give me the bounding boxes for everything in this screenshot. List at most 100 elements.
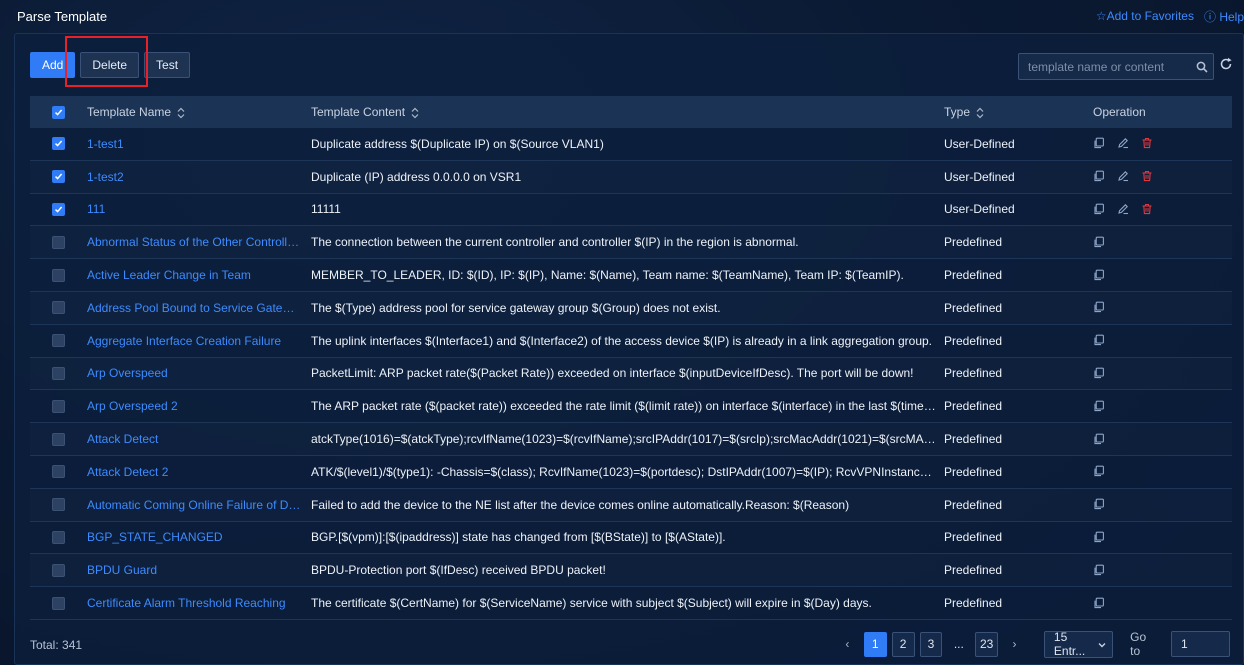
template-name-link[interactable]: BPDU Guard (87, 563, 311, 577)
copy-icon[interactable] (1093, 236, 1106, 249)
goto-page-input[interactable] (1171, 631, 1230, 657)
template-content: The certificate $(CertName) for $(Servic… (311, 596, 872, 611)
copy-icon[interactable] (1093, 465, 1106, 478)
copy-icon[interactable] (1093, 564, 1106, 577)
template-name-link[interactable]: Attack Detect 2 (87, 465, 311, 479)
goto-label: Go to (1130, 630, 1147, 658)
table-row: Abnormal Status of the Other Controller.… (30, 226, 1232, 260)
template-name-link[interactable]: 1-test1 (87, 137, 311, 151)
table-row: Address Pool Bound to Service Gateway ..… (30, 292, 1232, 325)
search-input[interactable] (1019, 54, 1191, 79)
row-select-cell (30, 498, 87, 512)
row-checkbox[interactable] (52, 202, 65, 216)
row-operations (1093, 334, 1232, 347)
select-all-checkbox[interactable] (52, 105, 65, 119)
row-checkbox[interactable] (52, 563, 65, 577)
row-select-cell (30, 366, 87, 380)
row-operations (1093, 597, 1232, 610)
sort-icon (411, 107, 419, 119)
copy-icon[interactable] (1093, 367, 1106, 380)
template-name-link[interactable]: Automatic Coming Online Failure of Dev..… (87, 498, 311, 512)
page-button[interactable]: 1 (863, 631, 887, 657)
template-type: Predefined (944, 333, 1003, 348)
template-content: Duplicate address $(Duplicate IP) on $(S… (311, 136, 604, 151)
help-label: Help (1219, 9, 1244, 24)
row-operations (1093, 301, 1232, 314)
row-checkbox[interactable] (52, 399, 65, 413)
template-name-link[interactable]: Address Pool Bound to Service Gateway ..… (87, 301, 311, 315)
template-content: The uplink interfaces $(Interface1) and … (311, 333, 933, 348)
template-type: Predefined (944, 399, 1003, 414)
column-header-content[interactable]: Template Content (311, 105, 944, 119)
copy-icon[interactable] (1093, 170, 1106, 183)
template-name-link[interactable]: Certificate Alarm Threshold Reaching (87, 596, 311, 610)
copy-icon[interactable] (1093, 498, 1106, 511)
template-name-link[interactable]: BGP_STATE_CHANGED (87, 530, 311, 544)
table-row: Arp Overspeed PacketLimit: ARP packet rat… (30, 358, 1232, 391)
prev-page-button[interactable]: ‹ (836, 632, 859, 657)
delete-icon[interactable] (1141, 137, 1154, 150)
copy-icon[interactable] (1093, 301, 1106, 314)
row-checkbox[interactable] (52, 432, 65, 446)
copy-icon[interactable] (1093, 433, 1106, 446)
add-to-favorites-link[interactable]: ☆Add to Favorites (1096, 9, 1194, 23)
row-select-cell (30, 432, 87, 446)
row-operations (1093, 433, 1232, 446)
template-type: Predefined (944, 366, 1003, 381)
main-panel: Add Delete Test Template Name Template C… (14, 33, 1244, 665)
row-operations (1093, 498, 1232, 511)
template-name-link[interactable]: Active Leader Change in Team (87, 268, 311, 282)
row-select-cell (30, 202, 87, 216)
row-checkbox[interactable] (52, 366, 65, 380)
row-checkbox[interactable] (52, 268, 65, 282)
test-button[interactable]: Test (144, 52, 191, 78)
copy-icon[interactable] (1093, 400, 1106, 413)
copy-icon[interactable] (1093, 334, 1106, 347)
edit-icon[interactable] (1117, 203, 1130, 216)
add-to-favorites-label: Add to Favorites (1106, 9, 1194, 23)
page-ellipsis[interactable]: ... (947, 632, 970, 657)
row-checkbox[interactable] (52, 334, 65, 348)
template-name-link[interactable]: Aggregate Interface Creation Failure (87, 334, 311, 348)
delete-button[interactable]: Delete (80, 52, 140, 78)
row-checkbox[interactable] (52, 235, 65, 249)
page-button[interactable]: 2 (891, 631, 915, 657)
column-header-name[interactable]: Template Name (87, 105, 311, 119)
edit-icon[interactable] (1117, 137, 1130, 150)
template-content: 11111 (311, 202, 341, 217)
row-checkbox[interactable] (52, 596, 65, 610)
copy-icon[interactable] (1093, 203, 1106, 216)
refresh-icon[interactable] (1219, 57, 1235, 73)
template-name-link[interactable]: Arp Overspeed (87, 366, 311, 380)
edit-icon[interactable] (1117, 170, 1130, 183)
search-box (1018, 53, 1214, 80)
add-button[interactable]: Add (30, 52, 76, 78)
template-name-link[interactable]: 1-test2 (87, 170, 311, 184)
template-name-link[interactable]: 111 (87, 202, 311, 216)
delete-icon[interactable] (1141, 203, 1154, 216)
page-button[interactable]: 3 (919, 631, 943, 657)
row-checkbox[interactable] (52, 301, 65, 315)
template-name-link[interactable]: Attack Detect (87, 432, 311, 446)
template-content: Failed to add the device to the NE list … (311, 497, 850, 512)
next-page-button[interactable]: › (1003, 632, 1026, 657)
row-select-cell (30, 563, 87, 577)
template-name-link[interactable]: Abnormal Status of the Other Controller.… (87, 235, 311, 249)
help-link[interactable]: ⓘ Help (1204, 8, 1244, 25)
copy-icon[interactable] (1093, 269, 1106, 282)
copy-icon[interactable] (1093, 137, 1106, 150)
row-checkbox[interactable] (52, 465, 65, 479)
delete-icon[interactable] (1141, 170, 1154, 183)
template-name-link[interactable]: Arp Overspeed 2 (87, 399, 311, 413)
search-icon[interactable] (1191, 61, 1213, 73)
column-header-type[interactable]: Type (944, 105, 1093, 119)
row-checkbox[interactable] (52, 530, 65, 544)
row-checkbox[interactable] (52, 498, 65, 512)
page-button[interactable]: 23 (975, 631, 999, 657)
row-checkbox[interactable] (52, 170, 65, 184)
copy-icon[interactable] (1093, 597, 1106, 610)
row-checkbox[interactable] (52, 137, 65, 151)
copy-icon[interactable] (1093, 531, 1106, 544)
top-actions: ☆Add to Favorites ⓘ Help (1096, 8, 1244, 25)
page-size-select[interactable]: 15 Entr... (1043, 630, 1114, 658)
